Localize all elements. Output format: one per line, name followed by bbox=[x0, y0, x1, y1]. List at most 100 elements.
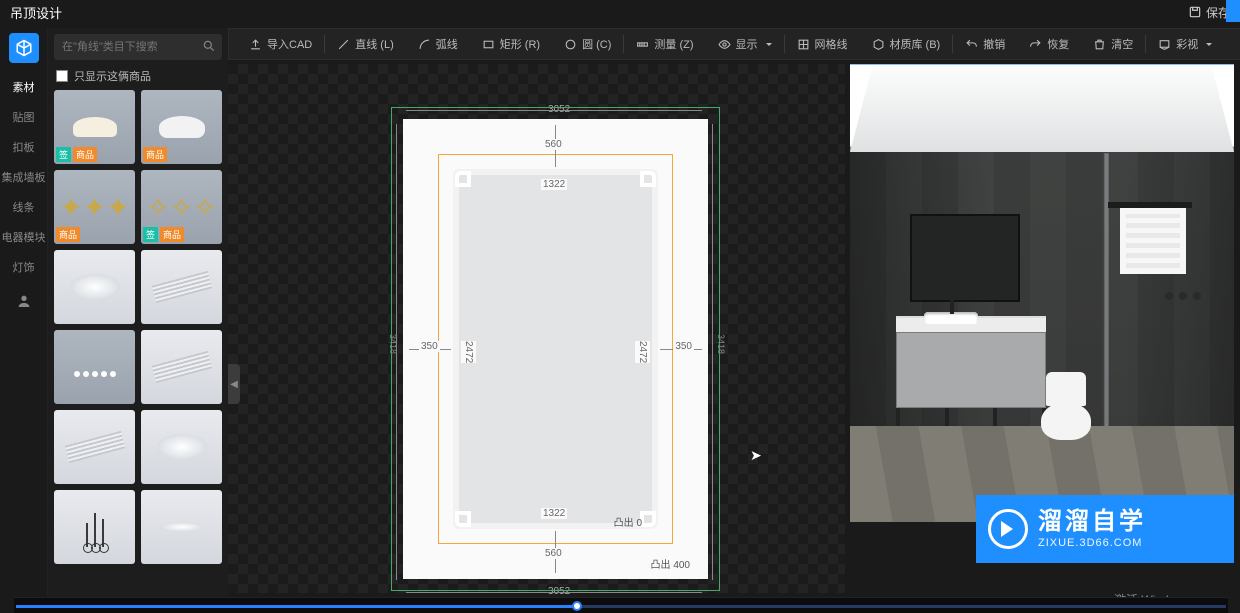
cat-sucai[interactable]: 素材 bbox=[0, 73, 48, 101]
watermark: 溜溜自学 ZIXUE.3D66.COM bbox=[976, 495, 1234, 563]
toilet bbox=[1038, 372, 1094, 452]
asset-thumb[interactable] bbox=[54, 490, 135, 564]
protrude-inner: 凸出 0 bbox=[614, 514, 642, 529]
rect-tool[interactable]: 矩形 (R) bbox=[470, 28, 552, 60]
save-icon bbox=[1188, 5, 1202, 19]
material-button[interactable]: 材质库 (B) bbox=[860, 28, 953, 60]
floor-plan[interactable]: 560 560 1322 1322 350 350 2472 2472 凸出 0… bbox=[403, 119, 708, 579]
dim-inner-h-l: 2472 bbox=[461, 341, 476, 363]
filter-label: 只显示这俩商品 bbox=[74, 68, 151, 84]
cat-dengshi[interactable]: 灯饰 bbox=[0, 253, 48, 281]
cat-dianqi[interactable]: 电器模块 bbox=[0, 223, 48, 251]
arc-tool[interactable]: 弧线 bbox=[406, 28, 470, 60]
asset-thumb[interactable]: ✧✧✧ 签商品 bbox=[141, 170, 222, 244]
badge-prod: 商品 bbox=[143, 147, 167, 162]
material-icon bbox=[872, 38, 885, 51]
measure-tool[interactable]: 测量 (Z) bbox=[624, 28, 705, 60]
watermark-main: 溜溜自学 bbox=[1038, 508, 1146, 537]
vanity bbox=[896, 316, 1046, 426]
ceiling bbox=[850, 64, 1234, 152]
view-dropdown[interactable]: 彩视 bbox=[1146, 28, 1224, 60]
dim-bottom-gap: 560 bbox=[543, 548, 564, 559]
toolbar: 导入CAD 直线 (L) 弧线 矩形 (R) 圆 (C) 测量 (Z) 显示 bbox=[228, 28, 1240, 60]
pendant-trio-icon bbox=[86, 507, 104, 547]
cat-xiantiao[interactable]: 线条 bbox=[0, 193, 48, 221]
render-preview[interactable] bbox=[850, 64, 1234, 522]
timeline-knob[interactable] bbox=[572, 601, 582, 611]
undo-icon bbox=[965, 38, 978, 51]
cat-tietu[interactable]: 贴图 bbox=[0, 103, 48, 131]
cube-icon bbox=[15, 39, 33, 57]
chandelier-icon: ✧✧✧ bbox=[146, 191, 216, 224]
dim-top-gap: 560 bbox=[543, 139, 564, 150]
clear-button[interactable]: 清空 bbox=[1081, 28, 1145, 60]
mirror bbox=[910, 214, 1020, 302]
import-cad-button[interactable]: 导入CAD bbox=[237, 28, 324, 60]
line-tool[interactable]: 直线 (L) bbox=[325, 28, 406, 60]
spotlight-icon bbox=[70, 274, 120, 300]
protrude-outer: 凸出 400 bbox=[651, 556, 690, 571]
spotlight-icon bbox=[157, 434, 207, 460]
cat-kouban[interactable]: 扣板 bbox=[0, 133, 48, 161]
vent-icon bbox=[64, 431, 125, 463]
redo-button[interactable]: 恢复 bbox=[1017, 28, 1081, 60]
asset-thumb[interactable]: ✦✦✦ 商品 bbox=[54, 170, 135, 244]
video-timeline[interactable] bbox=[14, 597, 1228, 613]
clear-icon bbox=[1093, 38, 1106, 51]
save-button[interactable]: 保存 bbox=[1188, 4, 1230, 21]
inner-room[interactable] bbox=[453, 169, 658, 529]
asset-thumb[interactable] bbox=[141, 490, 222, 564]
play-icon bbox=[988, 509, 1028, 549]
asset-thumb[interactable] bbox=[54, 410, 135, 484]
grid-icon bbox=[797, 38, 810, 51]
glass-partition bbox=[1105, 154, 1108, 426]
modern-icon bbox=[67, 357, 123, 377]
dim-inner-w-bot: 1322 bbox=[541, 508, 567, 519]
chandelier-icon: ✦✦✦ bbox=[59, 191, 129, 224]
app-title: 吊顶设计 bbox=[10, 3, 62, 22]
asset-thumb[interactable] bbox=[141, 410, 222, 484]
dim-outer-right: 3418 bbox=[716, 334, 726, 354]
arc-icon bbox=[418, 38, 431, 51]
vent-icon bbox=[151, 351, 212, 383]
vent-icon bbox=[151, 271, 212, 303]
asset-thumb[interactable] bbox=[54, 330, 135, 404]
search-input[interactable] bbox=[54, 34, 222, 60]
asset-thumb[interactable] bbox=[141, 330, 222, 404]
home-cube-button[interactable] bbox=[9, 33, 39, 63]
grid-button[interactable]: 网格线 bbox=[785, 28, 860, 60]
watermark-sub: ZIXUE.3D66.COM bbox=[1038, 537, 1146, 550]
dim-left-gap: 350 bbox=[419, 341, 440, 352]
dim-inner-h-r: 2472 bbox=[635, 341, 650, 363]
badge-prod: 商品 bbox=[56, 227, 80, 242]
pendant-icon bbox=[73, 117, 117, 137]
towel bbox=[1120, 208, 1186, 274]
undo-button[interactable]: 撤销 bbox=[953, 28, 1017, 60]
redo-icon bbox=[1029, 38, 1042, 51]
cat-jicheng[interactable]: 集成墙板 bbox=[0, 163, 48, 191]
filter-checkbox[interactable] bbox=[56, 70, 68, 82]
dome-icon bbox=[159, 116, 205, 138]
badge-prod: 商品 bbox=[73, 147, 97, 162]
upload-icon bbox=[249, 38, 262, 51]
search-icon[interactable] bbox=[202, 39, 216, 56]
asset-thumb[interactable] bbox=[141, 250, 222, 324]
flat-light-icon bbox=[160, 522, 204, 532]
badge-sign: 签 bbox=[143, 227, 158, 242]
wall-hooks bbox=[1162, 289, 1204, 299]
right-edge-strip[interactable] bbox=[1226, 0, 1240, 22]
faucet bbox=[950, 300, 954, 314]
panel-collapse-handle[interactable]: ◀ bbox=[228, 364, 240, 404]
asset-thumb[interactable]: 商品 bbox=[141, 90, 222, 164]
asset-thumb[interactable] bbox=[54, 250, 135, 324]
circle-tool[interactable]: 圆 (C) bbox=[552, 28, 623, 60]
rect-icon bbox=[482, 38, 495, 51]
line-icon bbox=[337, 38, 350, 51]
design-canvas[interactable]: ◀ 3052 3052 3418 3418 560 560 1322 13 bbox=[228, 64, 845, 593]
eye-icon bbox=[718, 38, 731, 51]
user-icon[interactable] bbox=[16, 293, 32, 312]
asset-thumb[interactable]: 签商品 bbox=[54, 90, 135, 164]
display-dropdown[interactable]: 显示 bbox=[706, 28, 784, 60]
circle-icon bbox=[564, 38, 577, 51]
badge-sign: 签 bbox=[56, 147, 71, 162]
